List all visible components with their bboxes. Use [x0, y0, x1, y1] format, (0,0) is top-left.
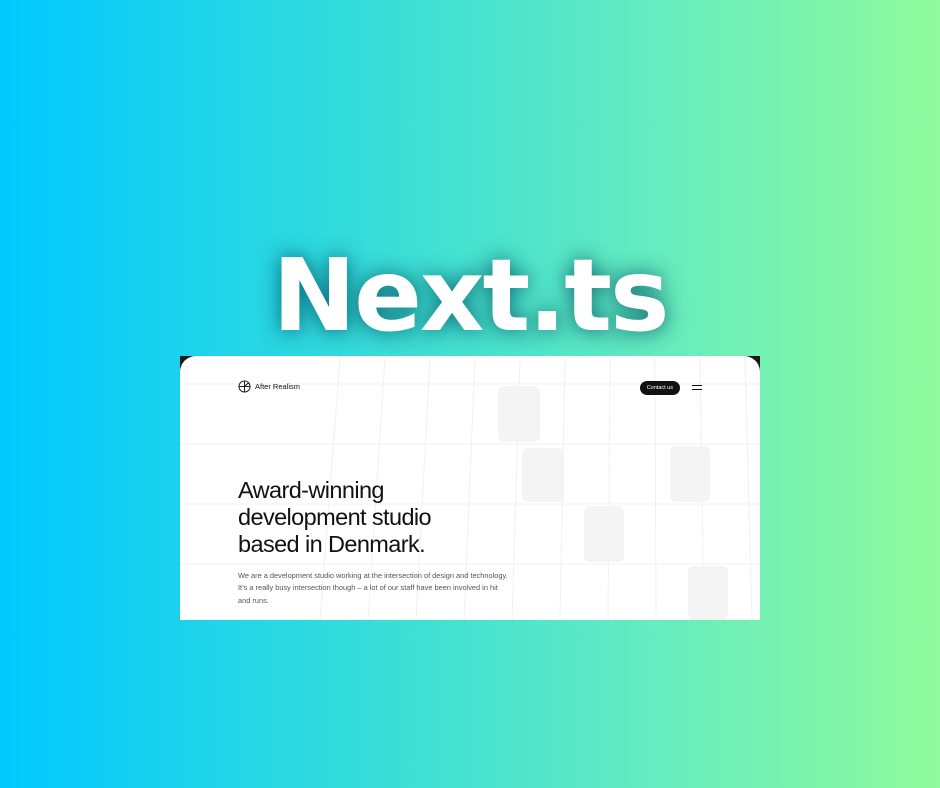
headline: Award-winning development studio based i… — [238, 477, 538, 558]
headline-line: based in Denmark. — [238, 531, 426, 557]
website-screenshot: After Realism Contact us Award-winning d… — [180, 356, 760, 620]
hero-title: Next.ts — [272, 237, 669, 354]
headline-line: Award-winning — [238, 477, 385, 503]
brand-logo[interactable]: After Realism — [238, 380, 300, 393]
after-realism-logo-icon — [238, 380, 251, 393]
intro-line: We are a development studio working at t… — [238, 571, 508, 580]
intro-paragraph: We are a development studio working at t… — [238, 570, 538, 607]
hamburger-menu-icon[interactable] — [692, 385, 702, 391]
site-header: After Realism Contact us — [238, 380, 702, 396]
brand-name: After Realism — [255, 382, 301, 391]
website-page: After Realism Contact us Award-winning d… — [180, 356, 760, 620]
contact-button[interactable]: Contact us — [639, 381, 680, 395]
intro-line: It’s a really busy intersection though –… — [238, 583, 498, 593]
intro-line: and runs. — [238, 595, 269, 605]
headline-line: development studio — [238, 504, 432, 530]
